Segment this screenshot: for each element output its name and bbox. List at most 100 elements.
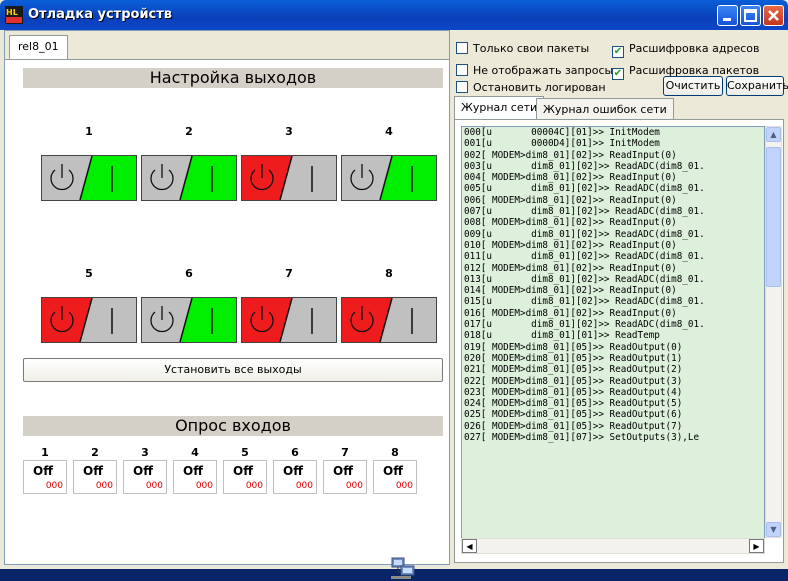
scroll-left-icon[interactable]: ◀ — [462, 539, 477, 553]
close-button[interactable] — [763, 5, 784, 26]
input-indicator-1[interactable]: Off 000 — [23, 460, 67, 494]
log-line[interactable]: 022[ MODEM>dim8_01][05]>> ReadOutput(3) — [462, 376, 764, 387]
output-switch-1[interactable] — [41, 155, 137, 201]
input-state: Off — [233, 464, 253, 478]
output-switch-6[interactable] — [141, 297, 237, 343]
output-number-1: 1 — [85, 125, 93, 138]
input-number-1: 1 — [41, 446, 49, 459]
input-number-3: 3 — [141, 446, 149, 459]
input-number-6: 6 — [291, 446, 299, 459]
log-line[interactable]: 005[u dim8_01][02]>> ReadADC(dim8_01. — [462, 183, 764, 194]
input-number-2: 2 — [91, 446, 99, 459]
scroll-right-icon[interactable]: ▶ — [749, 539, 764, 553]
output-switch-7[interactable] — [241, 297, 337, 343]
input-counter: 000 — [245, 481, 263, 491]
log-line[interactable]: 000[u 00004C][01]>> InitModem — [462, 127, 764, 138]
log-line[interactable]: 002[ MODEM>dim8_01][02]>> ReadInput(0) — [462, 150, 764, 161]
input-indicator-6[interactable]: Off 000 — [273, 460, 317, 494]
input-indicator-3[interactable]: Off 000 — [123, 460, 167, 494]
window-title: Отладка устройств — [28, 7, 173, 22]
main-window: HL Отладка устройств rel8_01 Настройка в… — [0, 0, 788, 579]
log-horizontal-scrollbar[interactable]: ◀ ▶ — [461, 538, 765, 554]
log-line[interactable]: 015[u dim8_01][02]>> ReadADC(dim8_01. — [462, 296, 764, 307]
input-counter: 000 — [295, 481, 313, 491]
decode-addresses-checkbox[interactable]: ✔ Расшифровка адресов — [612, 42, 759, 58]
minimize-button[interactable] — [717, 5, 738, 26]
input-indicator-8[interactable]: Off 000 — [373, 460, 417, 494]
input-number-8: 8 — [391, 446, 399, 459]
app-icon: HL — [5, 6, 23, 24]
scroll-up-icon[interactable]: ▲ — [766, 127, 781, 142]
output-switch-8[interactable] — [341, 297, 437, 343]
log-line[interactable]: 004[ MODEM>dim8_01][02]>> ReadInput(0) — [462, 172, 764, 183]
output-switch-4[interactable] — [341, 155, 437, 201]
stop-logging-checkbox[interactable]: Остановить логирован — [456, 81, 606, 94]
decode-packets-box[interactable]: ✔ — [612, 68, 624, 80]
log-line[interactable]: 013[u dim8_01][02]>> ReadADC(dim8_01. — [462, 274, 764, 285]
scroll-thumb[interactable] — [766, 147, 781, 287]
hide-requests-checkbox[interactable]: Не отображать запросы — [456, 64, 613, 77]
log-line[interactable]: 023[ MODEM>dim8_01][05]>> ReadOutput(4) — [462, 387, 764, 398]
log-line[interactable]: 026[ MODEM>dim8_01][05]>> ReadOutput(7) — [462, 421, 764, 432]
output-number-3: 3 — [285, 125, 293, 138]
scroll-down-icon[interactable]: ▼ — [766, 522, 781, 537]
device-panel: rel8_01 Настройка выходов 1 2 3 4 5 6 7 8 Устан… — [4, 30, 450, 579]
log-line[interactable]: 018[u dim8_01][01]>> ReadTemp — [462, 330, 764, 341]
log-line[interactable]: 012[ MODEM>dim8_01][02]>> ReadInput(0) — [462, 263, 764, 274]
tab-network-log[interactable]: Журнал сети — [454, 96, 545, 120]
log-line[interactable]: 001[u 0000D4][01]>> InitModem — [462, 138, 764, 149]
log-line[interactable]: 010[ MODEM>dim8_01][02]>> ReadInput(0) — [462, 240, 764, 251]
input-indicator-2[interactable]: Off 000 — [73, 460, 117, 494]
hide-requests-box[interactable] — [456, 64, 468, 76]
save-button[interactable]: Сохранить — [726, 76, 788, 96]
log-line[interactable]: 008[ MODEM>dim8_01][02]>> ReadInput(0) — [462, 217, 764, 228]
title-bar[interactable]: HL Отладка устройств — [0, 0, 788, 30]
log-line[interactable]: 011[u dim8_01][02]>> ReadADC(dim8_01. — [462, 251, 764, 262]
maximize-button[interactable] — [740, 5, 761, 26]
log-line[interactable]: 025[ MODEM>dim8_01][05]>> ReadOutput(6) — [462, 409, 764, 420]
output-switch-3[interactable] — [241, 155, 337, 201]
input-indicator-4[interactable]: Off 000 — [173, 460, 217, 494]
input-counter: 000 — [45, 481, 63, 491]
log-line[interactable]: 024[ MODEM>dim8_01][05]>> ReadOutput(5) — [462, 398, 764, 409]
own-packets-label: Только свои пакеты — [473, 42, 590, 55]
input-state: Off — [83, 464, 103, 478]
log-line[interactable]: 006[ MODEM>dim8_01][02]>> ReadInput(0) — [462, 195, 764, 206]
input-indicator-7[interactable]: Off 000 — [323, 460, 367, 494]
output-switch-5[interactable] — [41, 297, 137, 343]
input-state: Off — [33, 464, 53, 478]
log-vertical-scrollbar[interactable]: ▲ ▼ — [765, 126, 782, 538]
log-tab-content: 000[u 00004C][01]>> InitModem 001[u 0000D… — [454, 119, 784, 563]
own-packets-box[interactable] — [456, 42, 468, 54]
output-number-8: 8 — [385, 267, 393, 280]
output-switch-2[interactable] — [141, 155, 237, 201]
tab-network-errors[interactable]: Журнал ошибок сети — [536, 98, 674, 120]
log-line[interactable]: 019[ MODEM>dim8_01][05]>> ReadOutput(0) — [462, 342, 764, 353]
log-line[interactable]: 016[ MODEM>dim8_01][02]>> ReadInput(0) — [462, 308, 764, 319]
log-line[interactable]: 014[ MODEM>dim8_01][02]>> ReadInput(0) — [462, 285, 764, 296]
log-line[interactable]: 027[ MODEM>dim8_01][07]>> SetOutputs(3),… — [462, 432, 764, 443]
stop-logging-box[interactable] — [456, 81, 468, 93]
input-number-4: 4 — [191, 446, 199, 459]
clear-button[interactable]: Очистить — [663, 76, 723, 96]
input-indicator-5[interactable]: Off 000 — [223, 460, 267, 494]
stop-logging-label: Остановить логирован — [473, 81, 606, 94]
set-all-outputs-button[interactable]: Установить все выходы — [23, 358, 443, 382]
output-number-5: 5 — [85, 267, 93, 280]
decode-addresses-box[interactable]: ✔ — [612, 46, 624, 58]
input-counter: 000 — [95, 481, 113, 491]
maximize-icon — [744, 9, 757, 22]
tab-device[interactable]: rel8_01 — [9, 35, 68, 59]
log-line[interactable]: 020[ MODEM>dim8_01][05]>> ReadOutput(1) — [462, 353, 764, 364]
log-list[interactable]: 000[u 00004C][01]>> InitModem 001[u 0000D… — [461, 126, 765, 554]
log-panel: Только свои пакеты ✔ Расшифровка адресов … — [454, 30, 788, 565]
log-line[interactable]: 021[ MODEM>dim8_01][05]>> ReadOutput(2) — [462, 364, 764, 375]
log-line[interactable]: 003[u dim8_01][02]>> ReadADC(dim8_01. — [462, 161, 764, 172]
input-number-7: 7 — [341, 446, 349, 459]
log-line[interactable]: 009[u dim8_01][02]>> ReadADC(dim8_01. — [462, 229, 764, 240]
own-packets-checkbox[interactable]: Только свои пакеты — [456, 42, 589, 55]
log-line[interactable]: 007[u dim8_01][02]>> ReadADC(dim8_01. — [462, 206, 764, 217]
output-number-7: 7 — [285, 267, 293, 280]
log-line[interactable]: 017[u dim8_01][02]>> ReadADC(dim8_01. — [462, 319, 764, 330]
network-icon[interactable] — [390, 557, 416, 581]
